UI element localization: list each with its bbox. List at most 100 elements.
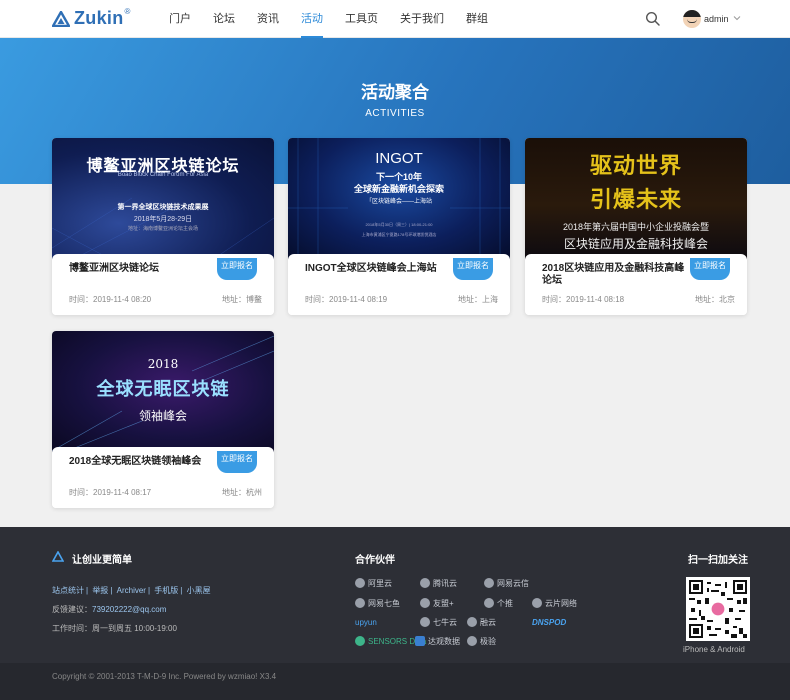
footer-link-blackroom[interactable]: 小黑屋: [187, 586, 211, 595]
geetest-icon: [467, 636, 477, 646]
rongcloud-icon: [467, 617, 477, 627]
cover-text: 2018年5月30日（周三）| 18:00-21:00: [365, 222, 433, 227]
footer-link-stats[interactable]: 站点统计: [52, 586, 84, 595]
nav-activities[interactable]: 活动: [290, 0, 334, 38]
footer-slogan: 让创业更简单: [72, 555, 132, 566]
partner-logo[interactable]: 极验: [467, 634, 496, 648]
page-subtitle: ACTIVITIES: [365, 108, 425, 119]
partner-logo[interactable]: upyun: [355, 615, 377, 629]
cover-text: 第一界全球区块链技术成果展: [117, 204, 209, 211]
netease-qiyu-icon: [355, 598, 365, 608]
datagrand-icon: [415, 636, 425, 646]
cover-text: 2018年第六届中国中小企业投融会暨: [562, 222, 710, 232]
activity-cover-image[interactable]: INGOT 下一个10年 全球新金融新机会探索 「区块链峰会——上海站 2018…: [288, 138, 510, 260]
main-nav: 门户 论坛 资讯 活动 工具页 关于我们 群组: [158, 0, 499, 38]
partner-logo[interactable]: 个推: [484, 596, 513, 610]
footer-link-mobile[interactable]: 手机版: [154, 586, 178, 595]
nav-portal[interactable]: 门户: [158, 0, 202, 38]
page-title: 活动聚合: [361, 83, 429, 102]
activity-time: 时间：2019-11-4 08:20: [69, 295, 152, 304]
activity-title[interactable]: 2018全球无眠区块链领袖峰会: [69, 456, 219, 468]
activity-cover-image[interactable]: 博鳌亚洲区块链论坛 Boao Block Chain Forum For Asi…: [52, 138, 274, 260]
partner-logo[interactable]: 腾讯云: [420, 576, 457, 590]
feedback-email[interactable]: 739202222@qq.com: [92, 605, 166, 614]
activity-address: 地址：北京: [695, 295, 735, 304]
activity-time: 时间：2019-11-4 08:18: [542, 295, 625, 304]
nav-about[interactable]: 关于我们: [389, 0, 455, 38]
search-icon[interactable]: [645, 11, 661, 27]
cover-text: 区块链应用及金融科技峰会: [563, 237, 708, 251]
partners-title: 合作伙伴: [355, 555, 395, 566]
site-logo[interactable]: Zukin ®: [52, 7, 131, 29]
activity-cover-image[interactable]: 驱动世界 引爆未来 2018年第六届中国中小企业投融会暨 区块链应用及金融科技峰…: [525, 138, 747, 260]
cover-text: 领袖峰会: [138, 409, 187, 423]
cover-text: 全球新金融新机会探索: [353, 184, 444, 194]
tencent-cloud-icon: [420, 578, 430, 588]
qr-code: [686, 577, 750, 641]
user-avatar[interactable]: [683, 10, 701, 28]
nav-tools[interactable]: 工具页: [334, 0, 389, 38]
partner-logo[interactable]: 融云: [467, 615, 496, 629]
activity-time: 时间：2019-11-4 08:17: [69, 488, 152, 497]
user-name[interactable]: admin: [704, 0, 729, 38]
logo-registered-mark: ®: [124, 7, 131, 16]
signup-button[interactable]: 立即报名: [453, 258, 493, 280]
signup-button[interactable]: 立即报名: [217, 258, 257, 280]
cover-text: Boao Block Chain Forum For Asia: [117, 172, 209, 178]
feedback-line: 反馈建议：739202222@qq.com: [52, 604, 166, 615]
getui-icon: [484, 598, 494, 608]
qr-title: 扫一扫加关注: [688, 555, 748, 566]
cover-text: 驱动世界: [589, 153, 682, 179]
partner-logo[interactable]: 七牛云: [420, 615, 457, 629]
partner-logo[interactable]: 阿里云: [355, 576, 392, 590]
partner-logo[interactable]: DNSPOD: [532, 615, 566, 629]
activity-title[interactable]: INGOT全球区块链峰会上海站: [305, 263, 455, 275]
cover-text: 上海市黄浦区宁夏路178号环球港凯悦酒店: [361, 232, 437, 237]
netease-yunxin-icon: [484, 578, 494, 588]
umeng-icon: [420, 598, 430, 608]
footer-links: 站点统计 | 举报 | Archiver | 手机版 | 小黑屋: [52, 586, 211, 595]
cover-text: 地址：海南博鳌亚洲论坛主会场: [127, 226, 198, 232]
nav-forum[interactable]: 论坛: [202, 0, 246, 38]
cover-text: 「区块链峰会——上海站: [365, 199, 432, 205]
signup-button[interactable]: 立即报名: [217, 451, 257, 473]
cover-text: 全球无眠区块链: [96, 379, 230, 399]
aliyun-icon: [355, 578, 365, 588]
cover-text: 引爆未来: [589, 187, 682, 213]
nav-groups[interactable]: 群组: [455, 0, 499, 38]
top-header: Zukin ® 门户 论坛 资讯 活动 工具页 关于我们 群组 admin: [0, 0, 790, 38]
footer-bottom-bar: [0, 663, 790, 700]
footer-link-report[interactable]: 举报: [92, 586, 108, 595]
feedback-label: 反馈建议：: [52, 605, 92, 614]
work-hours: 工作时间：周一到周五 10:00-19:00: [52, 624, 177, 633]
partner-logo[interactable]: 云片网络: [532, 596, 577, 610]
activity-time: 时间：2019-11-4 08:19: [305, 295, 388, 304]
activity-title[interactable]: 2018区块链应用及金融科技高峰论坛: [542, 263, 692, 287]
activity-card[interactable]: 驱动世界 引爆未来 2018年第六届中国中小企业投融会暨 区块链应用及金融科技峰…: [525, 138, 747, 315]
activity-address: 地址：杭州: [222, 488, 262, 497]
activity-address: 地址：上海: [458, 295, 498, 304]
activity-card[interactable]: 2018 全球无眠区块链 领袖峰会 2018全球无眠区块链领袖峰会 时间：201…: [52, 331, 274, 508]
partner-logo[interactable]: 达观数据: [415, 634, 460, 648]
logo-triangle-icon: [52, 10, 70, 27]
qiniu-icon: [420, 617, 430, 627]
activity-title[interactable]: 博鳌亚洲区块链论坛: [69, 263, 219, 275]
nav-news[interactable]: 资讯: [246, 0, 290, 38]
logo-text: Zukin: [74, 8, 124, 28]
activity-card[interactable]: 博鳌亚洲区块链论坛 Boao Block Chain Forum For Asi…: [52, 138, 274, 315]
footer-link-archiver[interactable]: Archiver: [117, 586, 146, 595]
partner-logo[interactable]: 网易七鱼: [355, 596, 400, 610]
activity-address: 地址：博鳌: [222, 295, 262, 304]
signup-button[interactable]: 立即报名: [690, 258, 730, 280]
qr-caption: iPhone & Android: [683, 645, 745, 654]
sensors-data-icon: [355, 636, 365, 646]
activity-cover-image[interactable]: 2018 全球无眠区块链 领袖峰会: [52, 331, 274, 453]
cover-text: 2018年5月28-29日: [133, 216, 193, 223]
partner-logo[interactable]: 网易云信: [484, 576, 529, 590]
activity-card[interactable]: INGOT 下一个10年 全球新金融新机会探索 「区块链峰会——上海站 2018…: [288, 138, 510, 315]
cover-text: 2018: [147, 357, 179, 371]
partner-logo[interactable]: 友盟+: [420, 596, 454, 610]
logo-triangle-icon: [52, 551, 64, 562]
chevron-down-icon[interactable]: [733, 14, 741, 22]
yunpian-icon: [532, 598, 542, 608]
